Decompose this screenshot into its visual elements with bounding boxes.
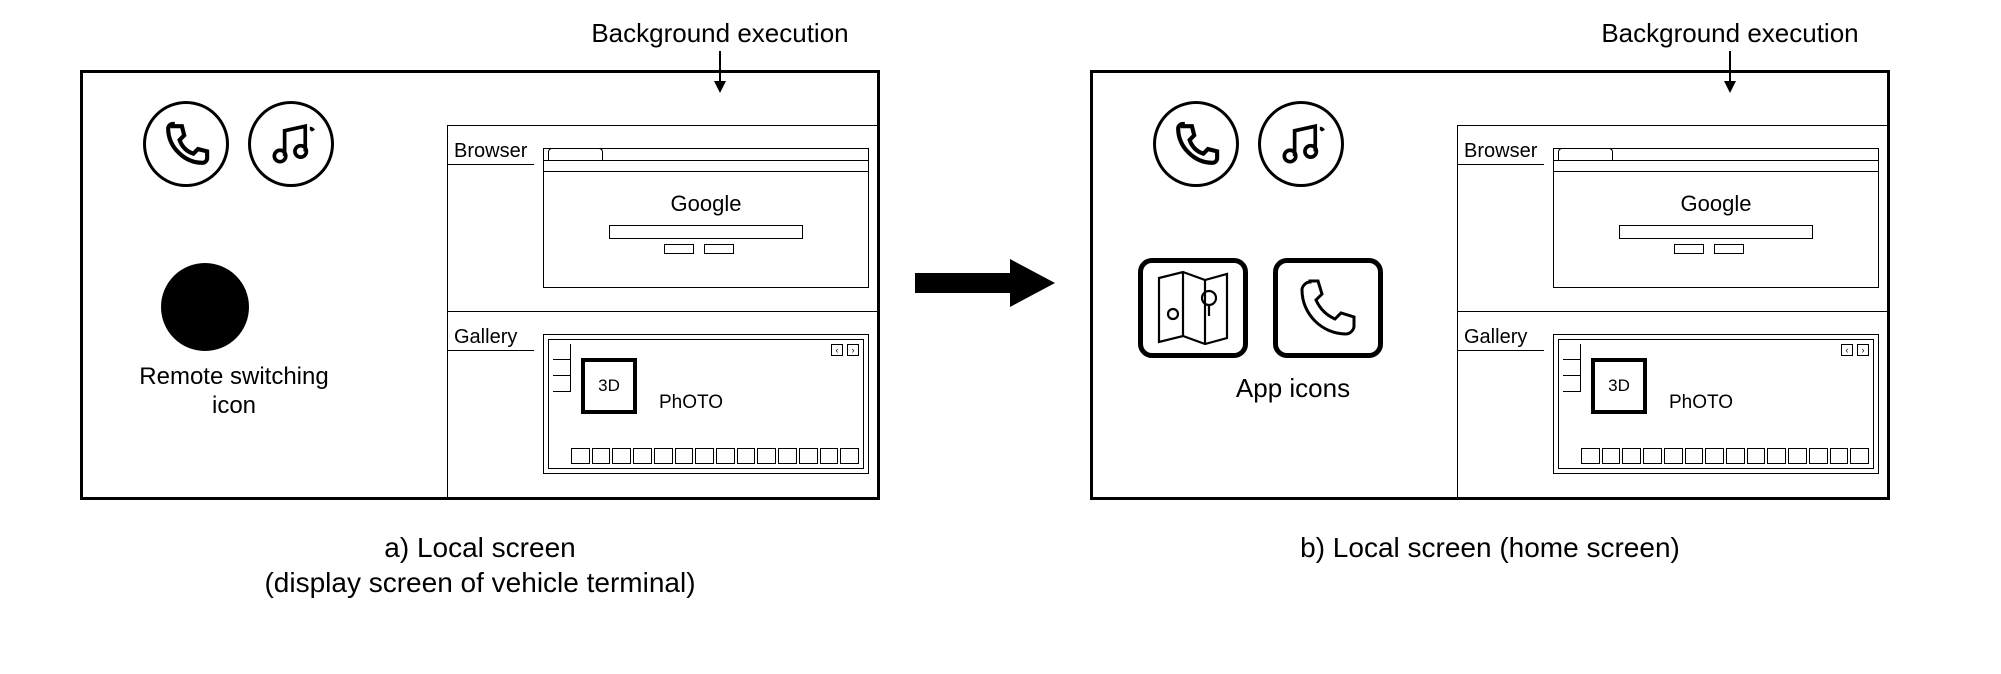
call-app-icon bbox=[1288, 268, 1368, 348]
bg-row-gallery: Gallery 3D PhOTO › ‹ bbox=[1458, 312, 1887, 498]
figure-diagram: Remote switching icon Browser Google Gal… bbox=[0, 0, 2001, 674]
bg-row-browser-label: Browser bbox=[452, 140, 529, 163]
bg-exec-callout-b: Background execution bbox=[1570, 18, 1890, 93]
music-icon bbox=[1274, 117, 1329, 172]
browser-tabbar bbox=[544, 160, 868, 172]
maps-icon bbox=[1153, 268, 1233, 348]
bg-row-browser-underline bbox=[1458, 164, 1544, 165]
gallery-3d-label: 3D bbox=[598, 376, 620, 396]
gallery-photo-label: PhOTO bbox=[659, 392, 723, 414]
background-execution-panel: Browser Google Gallery bbox=[1457, 125, 1887, 497]
gallery-scroll-left-icon: ‹ bbox=[831, 344, 843, 356]
panel-a-caption: a) Local screen (display screen of vehic… bbox=[80, 530, 880, 600]
browser-thumbnail[interactable]: Google bbox=[1553, 148, 1879, 288]
gallery-thumbnail[interactable]: 3D PhOTO › ‹ bbox=[1553, 334, 1879, 474]
phone-launcher-icon[interactable] bbox=[143, 101, 229, 187]
browser-tabbar bbox=[1554, 160, 1878, 172]
bg-row-gallery-label: Gallery bbox=[1462, 326, 1529, 349]
gallery-inner: 3D PhOTO › ‹ bbox=[1558, 339, 1874, 469]
phone-icon bbox=[159, 117, 214, 172]
gallery-scroll-left-icon: ‹ bbox=[1841, 344, 1853, 356]
remote-switching-label-line2: icon bbox=[212, 392, 256, 419]
remote-switching-label: Remote switching icon bbox=[119, 363, 349, 421]
gallery-sidebar bbox=[553, 344, 571, 464]
browser-search-text: Google bbox=[1554, 191, 1878, 217]
browser-thumbnail[interactable]: Google bbox=[543, 148, 869, 288]
panel-b-caption: b) Local screen (home screen) bbox=[1090, 530, 1890, 565]
bg-exec-callout-a: Background execution bbox=[560, 18, 880, 93]
browser-search-button-1 bbox=[1674, 244, 1704, 254]
gallery-sidebar bbox=[1563, 344, 1581, 464]
gallery-3d-frame-icon: 3D bbox=[1591, 358, 1647, 414]
gallery-scroll-right-icon: › bbox=[847, 344, 859, 356]
bg-row-gallery-underline bbox=[1458, 350, 1544, 351]
browser-search-button-1 bbox=[664, 244, 694, 254]
transition-arrow-icon bbox=[915, 255, 1055, 311]
browser-search-bar bbox=[609, 225, 803, 239]
gallery-filmstrip bbox=[571, 448, 859, 464]
gallery-thumbnail[interactable]: 3D PhOTO › ‹ bbox=[543, 334, 869, 474]
browser-search-text: Google bbox=[544, 191, 868, 217]
remote-switching-icon[interactable] bbox=[161, 263, 249, 351]
phone-app-icon[interactable] bbox=[1273, 258, 1383, 358]
music-icon bbox=[264, 117, 319, 172]
local-screen-vehicle: Remote switching icon Browser Google Gal… bbox=[80, 70, 880, 500]
music-launcher-icon[interactable] bbox=[1258, 101, 1344, 187]
maps-app-icon[interactable] bbox=[1138, 258, 1248, 358]
bg-row-browser: Browser Google bbox=[448, 126, 877, 312]
gallery-scroll-right-icon: › bbox=[1857, 344, 1869, 356]
browser-search-button-2 bbox=[704, 244, 734, 254]
panel-a-caption-line1: a) Local screen bbox=[384, 532, 575, 563]
bg-exec-callout-b-label: Background execution bbox=[1601, 18, 1858, 48]
bg-exec-callout-a-label: Background execution bbox=[591, 18, 848, 48]
remote-switching-label-line1: Remote switching bbox=[139, 363, 328, 390]
panel-a-caption-line2: (display screen of vehicle terminal) bbox=[264, 567, 695, 598]
gallery-photo-label: PhOTO bbox=[1669, 392, 1733, 414]
browser-tab-icon bbox=[1558, 148, 1613, 160]
app-icons-label: App icons bbox=[1183, 373, 1403, 404]
gallery-inner: 3D PhOTO › ‹ bbox=[548, 339, 864, 469]
panel-b-caption-line1: b) Local screen (home screen) bbox=[1300, 532, 1680, 563]
music-launcher-icon[interactable] bbox=[248, 101, 334, 187]
bg-row-browser-label: Browser bbox=[1462, 140, 1539, 163]
background-execution-panel: Browser Google Gallery bbox=[447, 125, 877, 497]
bg-row-browser-underline bbox=[448, 164, 534, 165]
gallery-3d-frame-icon: 3D bbox=[581, 358, 637, 414]
phone-launcher-icon[interactable] bbox=[1153, 101, 1239, 187]
arrow-down-icon bbox=[710, 51, 730, 93]
local-screen-home: App icons Browser Google Gallery bbox=[1090, 70, 1890, 500]
browser-tab-icon bbox=[548, 148, 603, 160]
arrow-down-icon bbox=[1720, 51, 1740, 93]
phone-icon bbox=[1169, 117, 1224, 172]
bg-row-gallery-underline bbox=[448, 350, 534, 351]
bg-row-browser: Browser Google bbox=[1458, 126, 1887, 312]
bg-row-gallery-label: Gallery bbox=[452, 326, 519, 349]
gallery-3d-label: 3D bbox=[1608, 376, 1630, 396]
bg-row-gallery: Gallery 3D PhOTO › ‹ bbox=[448, 312, 877, 498]
browser-search-bar bbox=[1619, 225, 1813, 239]
gallery-filmstrip bbox=[1581, 448, 1869, 464]
browser-search-button-2 bbox=[1714, 244, 1744, 254]
